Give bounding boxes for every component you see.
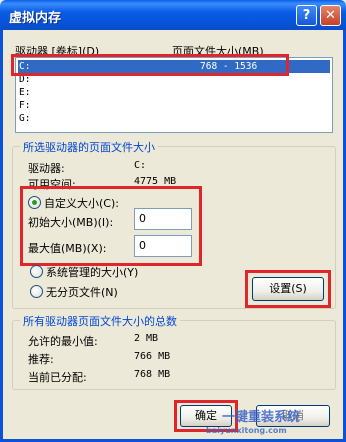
watermark-logo: 一键重装系统 (222, 410, 301, 425)
recommended-value: 766 MB (134, 351, 171, 362)
drive-label: 驱动器: (28, 162, 65, 175)
set-button[interactable]: 设置(S) (252, 277, 324, 301)
highlight-selected-drive (11, 54, 289, 76)
drive-row-f[interactable]: F: (18, 99, 330, 112)
window-title: 虚拟内存 (9, 11, 62, 26)
highlight-custom-size (20, 186, 202, 266)
drive-row-label: E: (19, 87, 31, 98)
selected-drive-legend: 所选驱动器的页面文件大小 (20, 139, 158, 155)
system-managed-radio[interactable] (30, 265, 43, 278)
close-button[interactable]: ✕ (320, 5, 341, 26)
recommended-label: 推荐: (28, 353, 54, 366)
drive-value: C: (134, 160, 147, 171)
min-label: 允许的最小值: (28, 335, 98, 348)
drive-row-label: G: (19, 113, 31, 124)
drive-row-g[interactable]: G: (18, 112, 330, 125)
no-paging-radio[interactable] (30, 285, 43, 298)
totals-legend: 所有驱动器页面文件大小的总数 (20, 313, 180, 329)
current-value: 768 MB (134, 369, 171, 380)
system-managed-label: 系统管理的大小(Y) (46, 266, 139, 279)
drive-row-e[interactable]: E: (18, 86, 330, 99)
no-paging-label: 无分页文件(N) (46, 286, 118, 299)
min-value: 2 MB (134, 333, 159, 344)
help-button[interactable]: ? (296, 5, 317, 26)
watermark-url: baiyunxitong.com (206, 426, 287, 435)
drive-row-label: F: (19, 100, 31, 111)
current-label: 当前已分配: (28, 371, 87, 384)
